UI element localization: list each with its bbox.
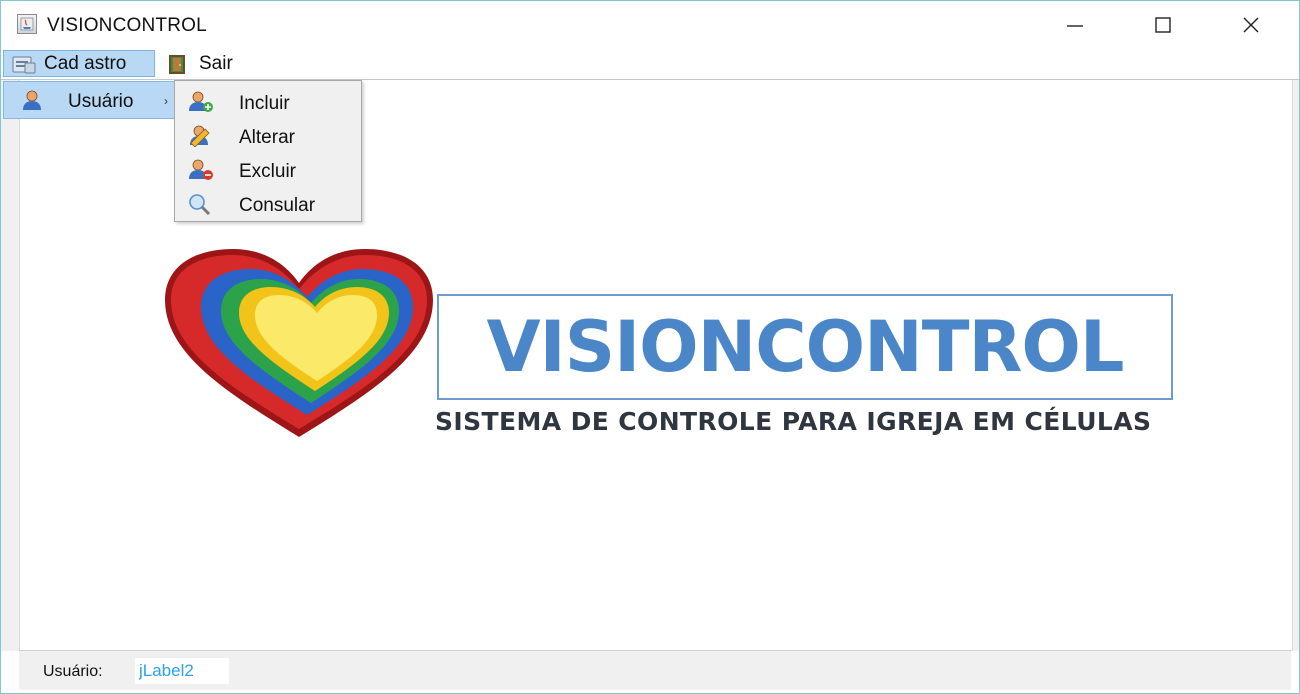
- user-delete-icon: [187, 159, 215, 186]
- user-edit-icon: [187, 125, 215, 152]
- menu-bar: Cad astro Sair: [1, 49, 1299, 80]
- brand-title: VISIONCONTROL: [486, 306, 1125, 388]
- status-bar: Usuário: jLabel2: [19, 650, 1291, 690]
- app-window: VISIONCONTROL Cad astro Sair VISIONCONTR…: [0, 0, 1300, 694]
- user-add-icon: [187, 91, 215, 118]
- minimize-icon: [1067, 25, 1083, 27]
- title-bar[interactable]: VISIONCONTROL: [1, 1, 1299, 49]
- menu-cadastro[interactable]: Cad astro: [3, 50, 155, 77]
- menu-item-incluir-label: Incluir: [239, 93, 290, 114]
- status-user-value: jLabel2: [135, 658, 229, 684]
- window-title: VISIONCONTROL: [47, 15, 207, 36]
- menu-item-usuario[interactable]: Usuário ›: [3, 81, 175, 119]
- menu-sair-label: Sair: [199, 52, 233, 74]
- minimize-button[interactable]: [1031, 1, 1119, 49]
- menu-item-alterar[interactable]: Alterar: [175, 119, 361, 153]
- menu-cadastro-label: Cad astro: [44, 52, 127, 74]
- close-icon: [1243, 17, 1259, 33]
- maximize-icon: [1155, 17, 1171, 33]
- usuario-submenu: Incluir Alterar Excluir Consular: [174, 80, 362, 222]
- left-border: [1, 80, 19, 651]
- user-icon: [20, 89, 44, 116]
- menu-item-excluir-label: Excluir: [239, 161, 297, 182]
- exit-door-icon: [165, 53, 193, 75]
- menu-item-consular[interactable]: Consular: [175, 187, 361, 221]
- search-icon: [187, 193, 215, 220]
- cadastro-icon: [10, 53, 38, 75]
- close-button[interactable]: [1207, 1, 1295, 49]
- menu-item-incluir[interactable]: Incluir: [175, 85, 361, 119]
- status-user-label: Usuário:: [43, 663, 103, 680]
- submenu-arrow-icon: ›: [164, 94, 168, 108]
- maximize-button[interactable]: [1119, 1, 1207, 49]
- java-app-icon: [17, 14, 37, 34]
- brand-subtitle: SISTEMA DE CONTROLE PARA IGREJA EM CÉLUL…: [435, 407, 1152, 436]
- menu-sair[interactable]: Sair: [159, 50, 249, 77]
- brand-title-box: VISIONCONTROL: [437, 294, 1173, 400]
- menu-item-alterar-label: Alterar: [239, 127, 295, 148]
- heart-logo-icon: [165, 249, 433, 437]
- menu-item-excluir[interactable]: Excluir: [175, 153, 361, 187]
- menu-item-usuario-label: Usuário: [68, 91, 134, 112]
- menu-item-consular-label: Consular: [239, 195, 316, 216]
